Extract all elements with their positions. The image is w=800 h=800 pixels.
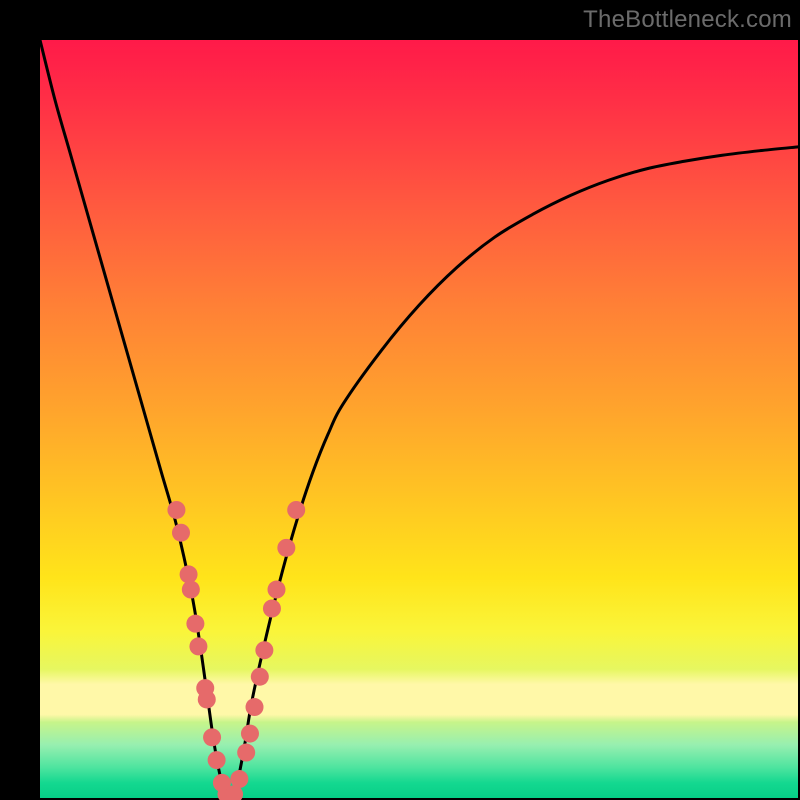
- plot-area: [40, 40, 798, 798]
- curve-dot: [230, 770, 248, 788]
- curve-dot: [172, 524, 190, 542]
- curve-dot: [241, 725, 259, 743]
- curve-dot: [263, 600, 281, 618]
- curve-dot: [255, 641, 273, 659]
- curve-dot: [198, 690, 216, 708]
- curve-dot: [268, 581, 286, 599]
- curve-dot: [180, 565, 198, 583]
- curve-dot: [167, 501, 185, 519]
- curve-dot: [203, 728, 221, 746]
- curve-dot: [251, 668, 269, 686]
- curve-dot: [186, 615, 204, 633]
- curve-dot: [189, 637, 207, 655]
- curve-dot: [237, 744, 255, 762]
- curve-dot: [208, 751, 226, 769]
- curve-dots: [167, 501, 305, 800]
- curve-dot: [287, 501, 305, 519]
- curve-dot: [182, 581, 200, 599]
- curve-dot: [277, 539, 295, 557]
- curve-dot: [246, 698, 264, 716]
- bottleneck-curve: [40, 40, 798, 798]
- curve-path: [40, 40, 798, 798]
- chart-svg: [40, 40, 798, 798]
- watermark-text: TheBottleneck.com: [583, 6, 792, 34]
- chart-frame: TheBottleneck.com: [0, 0, 800, 800]
